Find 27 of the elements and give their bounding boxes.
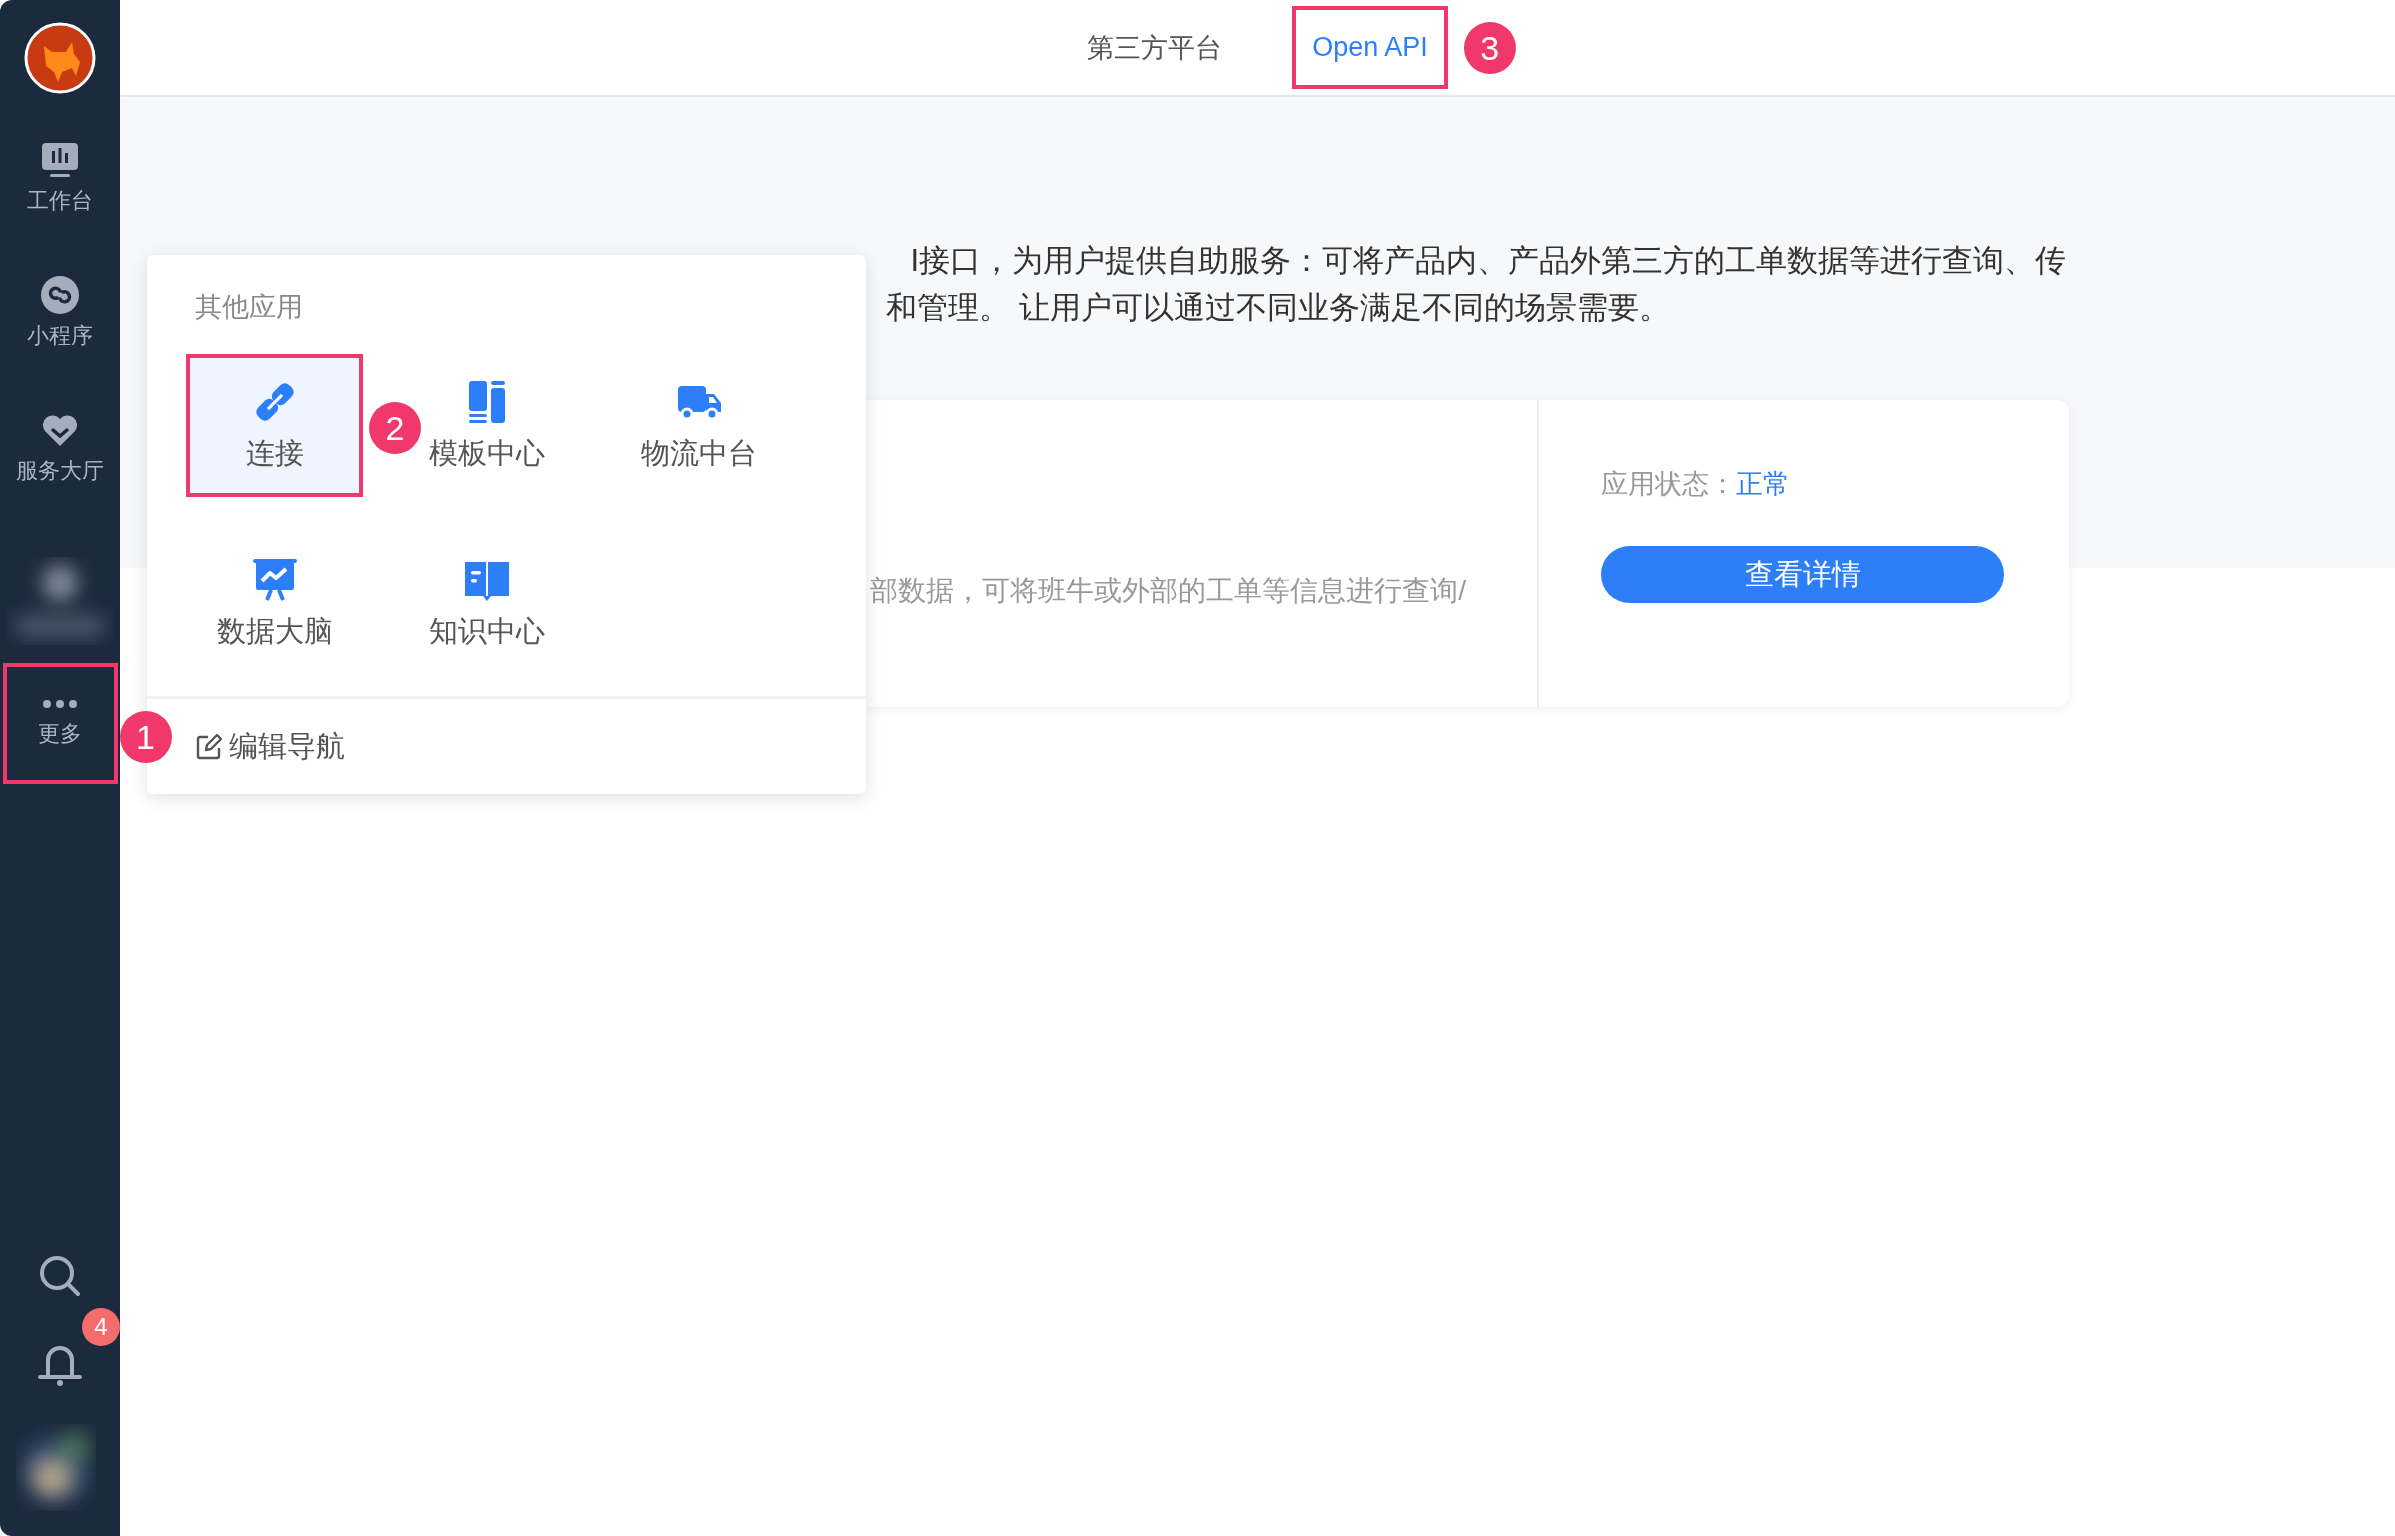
monitor-icon: [40, 140, 80, 180]
tab[interactable]: 第三方平台: [1067, 6, 1243, 89]
nav-label[interactable]: 小程序: [27, 321, 93, 351]
logo-icon: [24, 22, 96, 94]
description-text: I接口，为用户提供自助服务：可将产品内、产品外第三方的工单数据等进行查询、传: [909, 242, 2066, 280]
view-details-button[interactable]: 查看详情: [1601, 546, 2004, 603]
app-item[interactable]: 知识中心: [398, 532, 575, 675]
notification-badge: 4: [82, 1308, 120, 1346]
status-label: 应用状态：: [1601, 468, 1736, 501]
more-label: 更多: [38, 719, 82, 748]
app-item[interactable]: 物流中台: [610, 354, 787, 497]
popup-title: 其他应用: [194, 291, 304, 324]
description-text: 和管理。 让用户可以通过不同业务满足不同的场景需要。: [885, 289, 1671, 327]
app-item[interactable]: 数据大脑: [186, 532, 363, 675]
more-icon: [42, 698, 78, 709]
edit-navigation-button[interactable]: 编辑导航: [195, 726, 345, 767]
link-circle-icon: [40, 275, 80, 315]
nav-label[interactable]: 服务大厅: [16, 456, 104, 486]
nav-label[interactable]: 工作台: [27, 186, 93, 216]
card-description: 部数据，可将班牛或外部的工单等信息进行查询/: [870, 574, 1466, 608]
callout-number: 1: [119, 711, 172, 763]
callout-number: 3: [1463, 22, 1516, 74]
callout-number: 2: [369, 402, 421, 454]
status-value: 正常: [1736, 468, 1790, 501]
more-item[interactable]: 更多: [2, 663, 118, 784]
search-icon[interactable]: [38, 1254, 82, 1298]
edit-icon: [195, 732, 223, 761]
